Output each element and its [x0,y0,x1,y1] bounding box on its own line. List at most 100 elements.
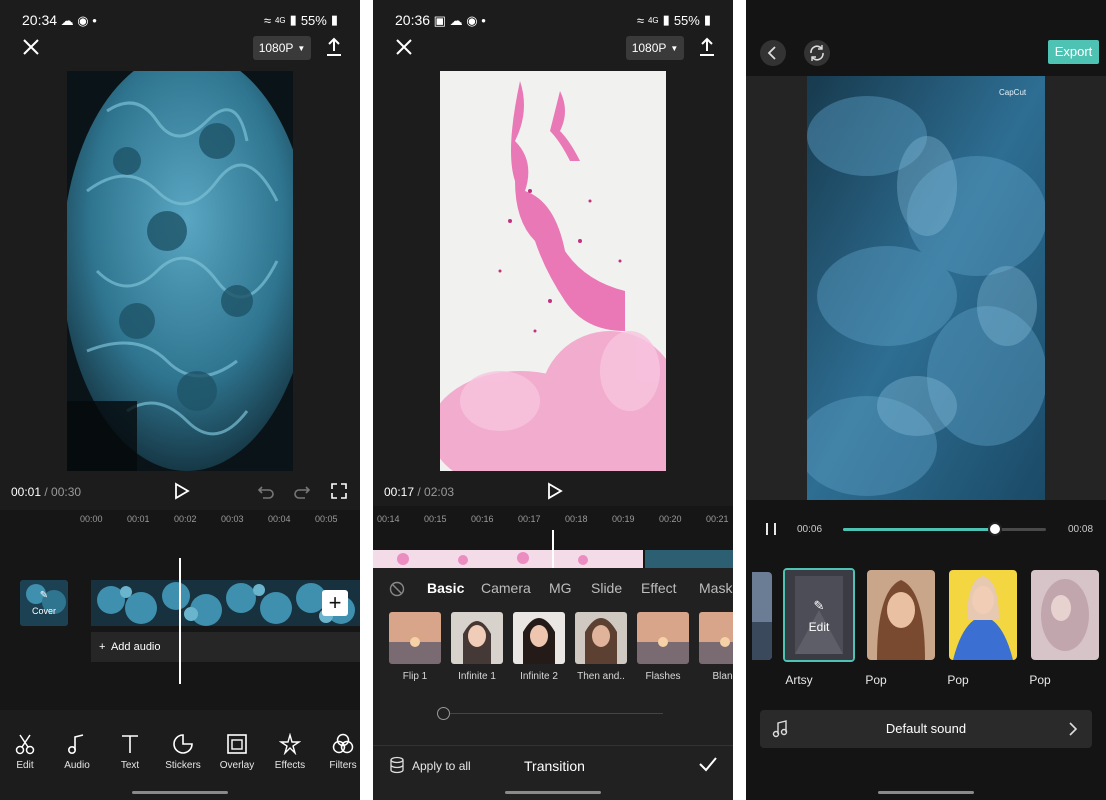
portrait-thumb [451,612,503,664]
apply-to-all-button[interactable]: Apply to all [412,759,471,773]
timeline-ruler: 00:00 00:01 00:02 00:03 00:04 00:05 [80,514,360,524]
transition-flashes[interactable] [637,612,689,664]
facebook-icon: ◉ [77,13,89,28]
template-thumb [1031,570,1099,660]
play-icon[interactable] [172,482,190,505]
tab-basic[interactable]: Basic [427,580,464,596]
video-preview: CapCut [797,76,1047,500]
tool-filters[interactable]: Filters [318,732,360,771]
redo-icon[interactable] [293,483,311,504]
resolution-button[interactable]: 1080P ▼ [626,36,684,60]
transition-label: Infinite 2 [520,671,558,682]
tick-label: 00:00 [80,514,103,524]
pause-icon[interactable] [764,522,778,541]
template-thumb [949,570,1017,660]
playhead[interactable] [179,558,181,684]
transition-label: Flip 1 [402,671,428,682]
template-pop-3[interactable] [1031,570,1099,660]
template-partial[interactable] [752,572,772,660]
network-label: 4G [274,15,286,25]
cover-thumb [20,580,68,626]
tool-label: Text [120,760,140,771]
time-current: 00:06 [797,524,823,535]
transition-flip-1[interactable] [389,612,441,664]
export-icon[interactable] [697,36,717,58]
tick-label: 00:21 [706,514,729,524]
back-button[interactable] [760,40,786,66]
duration-slider-track[interactable] [443,713,663,714]
fullscreen-icon[interactable] [331,483,347,504]
undo-icon[interactable] [257,483,275,504]
confirm-check-icon[interactable] [698,756,718,777]
transition-infinite-1[interactable] [451,612,503,664]
blue-smoke-image [62,51,312,471]
caret-down-icon: ▼ [297,43,306,53]
tool-effects[interactable]: Effects [265,732,315,771]
transition-blanc[interactable] [699,612,733,664]
tab-effect[interactable]: Effect [641,580,677,596]
template-pop-2[interactable] [949,570,1017,660]
template-thumb [752,572,772,660]
tool-audio[interactable]: Audio [52,732,102,771]
tab-slide[interactable]: Slide [591,580,622,596]
next-clip[interactable] [645,550,733,568]
none-icon[interactable] [389,581,405,602]
network-label: 4G [647,15,659,25]
close-icon[interactable] [20,36,42,58]
video-clip-track[interactable] [91,580,360,626]
refresh-icon [810,45,824,61]
timeline-ruler: 00:14 00:15 00:16 00:17 00:18 00:19 00:2… [377,514,733,524]
close-icon[interactable] [393,36,415,58]
tick-label: 00:17 [518,514,541,524]
status-bar-right: ≈ 4G ▮ 55% ▮ [264,12,338,28]
sunset-thumb [637,612,689,664]
transition-then-and[interactable] [575,612,627,664]
template-artsy[interactable]: ✎ Edit [783,568,855,662]
transition-label: Then and.. [577,671,625,682]
tick-label: 00:01 [127,514,150,524]
music-note-icon [52,732,102,756]
duration-slider-handle[interactable] [437,707,450,720]
sound-label: Default sound [885,721,967,736]
tick-label: 00:20 [659,514,682,524]
cover-button[interactable]: ✎ Cover [20,580,68,626]
tool-label: Overlay [219,760,255,771]
transition-infinite-2[interactable] [513,612,565,664]
progress-track[interactable] [843,528,1046,531]
portrait-thumb [575,612,627,664]
template-pop-1[interactable] [867,570,935,660]
play-icon[interactable] [545,482,563,505]
sound-selector[interactable]: Default sound [760,710,1092,748]
battery-percent: 55% [673,12,700,28]
replace-button[interactable] [804,40,830,66]
add-clip-button[interactable]: + [322,590,348,616]
progress-handle[interactable] [988,522,1003,536]
status-time: 20:36 [395,12,431,28]
video-clip-track[interactable] [373,550,643,568]
tool-text[interactable]: Text [105,732,155,771]
time-current: 00:01 [11,485,42,499]
caret-down-icon: ▼ [670,43,679,53]
tick-label: 00:04 [268,514,291,524]
tick-label: 00:19 [612,514,635,524]
wifi-icon: ≈ [636,12,644,28]
tick-label: 00:03 [221,514,244,524]
tool-edit[interactable]: Edit [0,732,50,771]
tab-camera[interactable]: Camera [481,580,531,596]
clip-filmstrip [91,580,360,626]
template-label: Pop [1029,673,1051,687]
export-icon[interactable] [324,36,344,58]
tool-overlay[interactable]: Overlay [212,732,262,771]
editor-screen: 20:34 ☁ ◉ • ≈ 4G ▮ 55% ▮ 1080P ▼ 00:01 /… [0,0,360,800]
battery-icon: ▮ [330,12,338,27]
tab-mg[interactable]: MG [549,580,572,596]
template-label: Pop [865,673,887,687]
tool-stickers[interactable]: Stickers [158,732,208,771]
export-button[interactable]: Export [1048,40,1099,64]
playhead[interactable] [552,530,554,570]
resolution-button[interactable]: 1080P ▼ [253,36,311,60]
add-audio-button[interactable]: + Add audio [91,632,360,662]
tick-label: 00:05 [315,514,338,524]
tab-mask[interactable]: Mask [699,580,732,596]
edit-label: Edit [808,620,830,634]
